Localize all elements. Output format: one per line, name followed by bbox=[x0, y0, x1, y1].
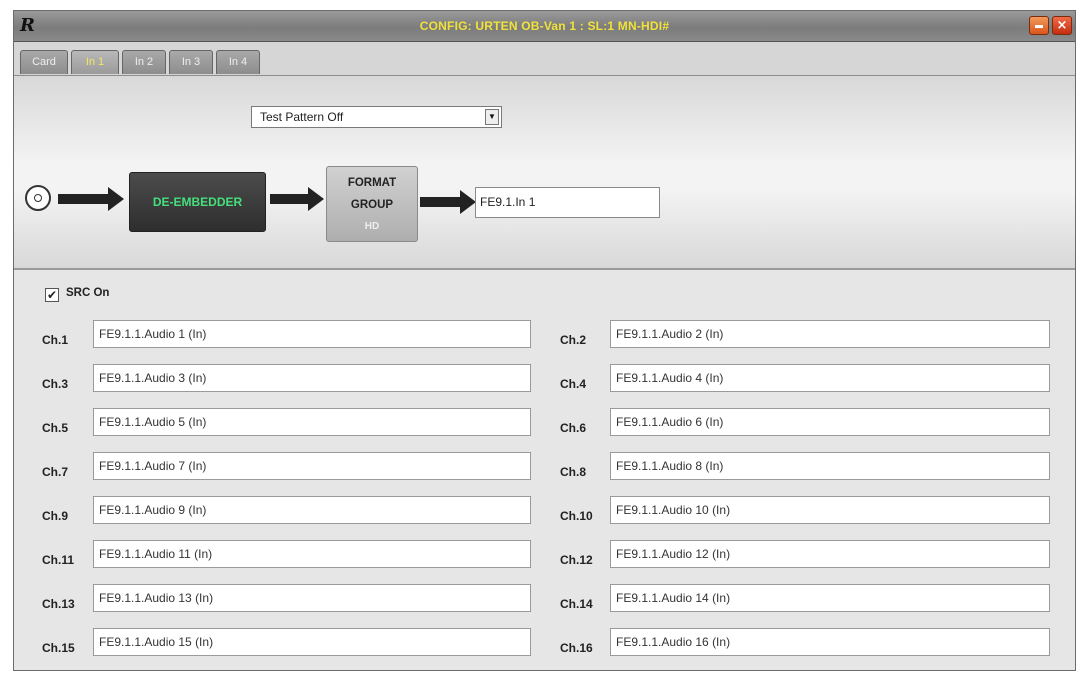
channel-label: Ch.16 bbox=[560, 641, 593, 655]
format-group-line2: GROUP bbox=[350, 199, 394, 211]
flow-arrow-icon bbox=[270, 187, 324, 211]
channel-field[interactable]: FE9.1.1.Audio 15 (In) bbox=[93, 628, 531, 656]
flow-arrow-icon bbox=[58, 187, 124, 211]
tab-card[interactable]: Card bbox=[20, 50, 68, 74]
channel-label: Ch.3 bbox=[42, 377, 69, 391]
window-title: CONFIG: URTEN OB-Van 1 : SL:1 MN-HDI# bbox=[419, 19, 670, 33]
channel-field[interactable]: FE9.1.1.Audio 13 (In) bbox=[93, 584, 531, 612]
test-pattern-select[interactable]: Test Pattern Off ▼ bbox=[251, 106, 502, 128]
input-connector-icon bbox=[25, 185, 51, 211]
title-bar[interactable]: R CONFIG: URTEN OB-Van 1 : SL:1 MN-HDI# … bbox=[14, 11, 1075, 42]
test-pattern-value: Test Pattern Off bbox=[260, 110, 344, 124]
format-group-line1: FORMAT bbox=[347, 177, 397, 189]
channel-field[interactable]: FE9.1.1.Audio 1 (In) bbox=[93, 320, 531, 348]
channel-field[interactable]: FE9.1.1.Audio 8 (In) bbox=[610, 452, 1050, 480]
channel-field[interactable]: FE9.1.1.Audio 9 (In) bbox=[93, 496, 531, 524]
channel-label: Ch.8 bbox=[560, 465, 587, 479]
channel-label: Ch.2 bbox=[560, 333, 587, 347]
src-on-label: SRC On bbox=[66, 287, 110, 299]
format-group-block[interactable]: FORMAT GROUP HD bbox=[326, 166, 418, 242]
channel-label: Ch.13 bbox=[42, 597, 75, 611]
signal-flow-panel: Test Pattern Off ▼ DE-EMBEDDER FORMAT GR… bbox=[14, 76, 1075, 270]
channel-field[interactable]: FE9.1.1.Audio 7 (In) bbox=[93, 452, 531, 480]
channel-label: Ch.6 bbox=[560, 421, 587, 435]
channel-label: Ch.7 bbox=[42, 465, 69, 479]
channel-label: Ch.12 bbox=[560, 553, 593, 567]
minimize-button[interactable] bbox=[1029, 16, 1049, 35]
channel-label: Ch.4 bbox=[560, 377, 587, 391]
channel-field[interactable]: FE9.1.1.Audio 11 (In) bbox=[93, 540, 531, 568]
config-window: R CONFIG: URTEN OB-Van 1 : SL:1 MN-HDI# … bbox=[13, 10, 1076, 671]
channel-field[interactable]: FE9.1.1.Audio 16 (In) bbox=[610, 628, 1050, 656]
format-group-line3: HD bbox=[364, 221, 380, 232]
channel-field[interactable]: FE9.1.1.Audio 5 (In) bbox=[93, 408, 531, 436]
channel-field[interactable]: FE9.1.1.Audio 14 (In) bbox=[610, 584, 1050, 612]
channel-field[interactable]: FE9.1.1.Audio 12 (In) bbox=[610, 540, 1050, 568]
tab-bar: Card In 1 In 2 In 3 In 4 bbox=[14, 42, 1075, 76]
channel-label: Ch.10 bbox=[560, 509, 593, 523]
channel-label: Ch.15 bbox=[42, 641, 75, 655]
channel-label: Ch.14 bbox=[560, 597, 593, 611]
src-on-checkbox[interactable]: ✔ bbox=[45, 288, 59, 302]
channel-field[interactable]: FE9.1.1.Audio 3 (In) bbox=[93, 364, 531, 392]
tab-in-2[interactable]: In 2 bbox=[122, 50, 166, 74]
channel-field[interactable]: FE9.1.1.Audio 6 (In) bbox=[610, 408, 1050, 436]
chevron-down-icon[interactable]: ▼ bbox=[485, 109, 499, 125]
channel-field[interactable]: FE9.1.1.Audio 2 (In) bbox=[610, 320, 1050, 348]
channel-label: Ch.9 bbox=[42, 509, 69, 523]
channel-label: Ch.11 bbox=[42, 553, 75, 567]
close-button[interactable]: × bbox=[1052, 16, 1072, 35]
channel-label: Ch.5 bbox=[42, 421, 69, 435]
channel-field[interactable]: FE9.1.1.Audio 10 (In) bbox=[610, 496, 1050, 524]
tab-in-3[interactable]: In 3 bbox=[169, 50, 213, 74]
deembedder-block[interactable]: DE-EMBEDDER bbox=[129, 172, 266, 232]
flow-arrow-icon bbox=[420, 190, 476, 214]
tab-in-4[interactable]: In 4 bbox=[216, 50, 260, 74]
output-name-field[interactable]: FE9.1.In 1 bbox=[475, 187, 660, 218]
tab-in-1[interactable]: In 1 bbox=[71, 50, 119, 74]
channel-label: Ch.1 bbox=[42, 333, 69, 347]
channel-field[interactable]: FE9.1.1.Audio 4 (In) bbox=[610, 364, 1050, 392]
